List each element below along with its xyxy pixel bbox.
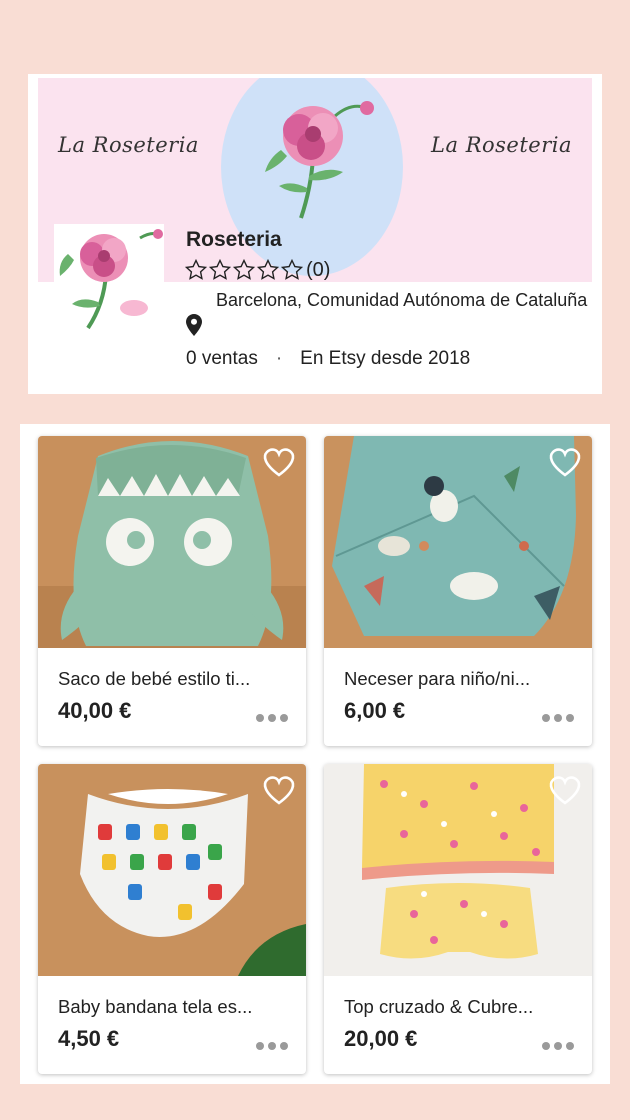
shop-location: Barcelona, Comunidad Autónoma de Cataluñ…	[216, 290, 588, 310]
listing-card[interactable]: Saco de bebé estilo ti... 40,00 €	[38, 436, 306, 746]
listing-price: 4,50 €	[58, 1026, 120, 1051]
shop-name[interactable]: Roseteria	[186, 228, 282, 252]
star-empty-icon	[208, 258, 232, 280]
shop-rating[interactable]: (0)	[184, 258, 330, 282]
favorite-heart-icon[interactable]	[262, 774, 296, 806]
sales-count: 0 ventas	[186, 348, 258, 369]
more-options-icon[interactable]	[256, 1042, 288, 1050]
rose-illustration	[265, 101, 374, 219]
listings-grid: Saco de bebé estilo ti... 40,00 € Necese…	[20, 424, 610, 1084]
star-empty-icon	[232, 258, 256, 280]
favorite-heart-icon[interactable]	[548, 774, 582, 806]
shop-stats: 0 ventas · En Etsy desde 2018	[186, 348, 470, 370]
banner-logo-left: La Roseteria	[58, 133, 199, 157]
etsy-since: En Etsy desde 2018	[300, 348, 471, 369]
listing-card[interactable]: Neceser para niño/ni... 6,00 €	[324, 436, 592, 746]
listing-title[interactable]: Saco de bebé estilo ti...	[58, 668, 294, 690]
stats-separator: ·	[275, 348, 283, 369]
listing-price: 6,00 €	[344, 698, 406, 723]
location-pin-icon	[186, 314, 202, 336]
listing-title[interactable]: Baby bandana tela es...	[58, 996, 294, 1018]
listing-title[interactable]: Neceser para niño/ni...	[344, 668, 580, 690]
favorite-heart-icon[interactable]	[548, 446, 582, 478]
favorite-heart-icon[interactable]	[262, 446, 296, 478]
listing-price: 20,00 €	[344, 1026, 418, 1051]
more-options-icon[interactable]	[542, 714, 574, 722]
star-empty-icon	[184, 258, 208, 280]
more-options-icon[interactable]	[542, 1042, 574, 1050]
more-options-icon[interactable]	[256, 714, 288, 722]
banner-logo-right: La Roseteria	[431, 133, 572, 157]
star-empty-icon	[256, 258, 280, 280]
rating-count: (0)	[306, 258, 331, 281]
shop-avatar[interactable]	[54, 224, 164, 336]
listing-price: 40,00 €	[58, 698, 132, 723]
shop-header-card: La Roseteria La Roseteria Roseteria (0) …	[28, 74, 602, 394]
listing-card[interactable]: Baby bandana tela es... 4,50 €	[38, 764, 306, 1074]
listing-title[interactable]: Top cruzado & Cubre...	[344, 996, 580, 1018]
star-empty-icon	[280, 258, 304, 280]
listing-card[interactable]: Top cruzado & Cubre... 20,00 €	[324, 764, 592, 1074]
